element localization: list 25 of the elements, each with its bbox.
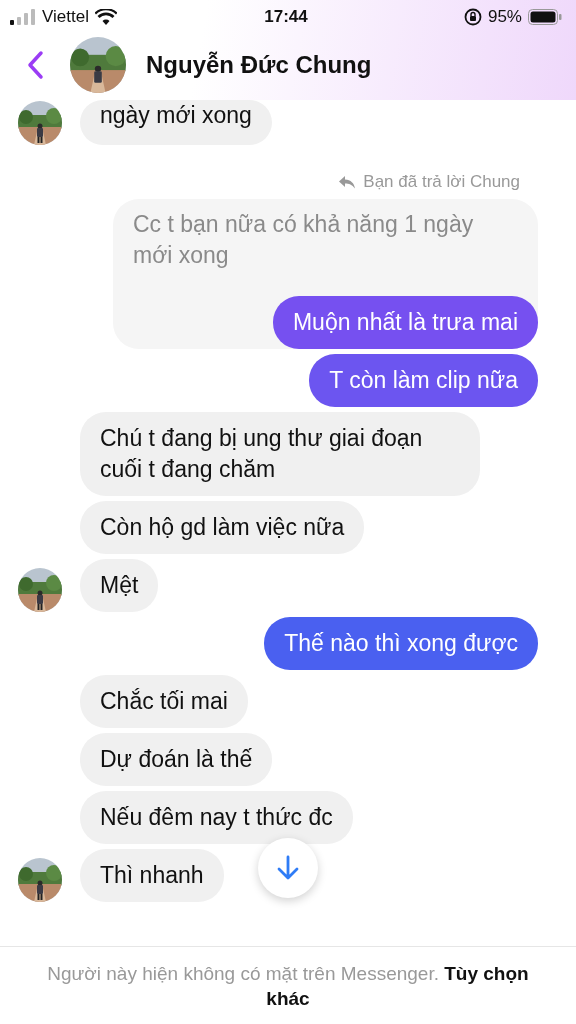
sent-message: Muộn nhất là trưa mai bbox=[272, 296, 538, 349]
reply-note: Bạn đã trả lời Chung bbox=[339, 172, 520, 192]
carrier-name: Viettel bbox=[42, 7, 89, 27]
rotation-lock-icon bbox=[463, 8, 482, 26]
reply-icon bbox=[339, 175, 356, 189]
received-message: ngày mới xong bbox=[80, 100, 272, 145]
signal-icon bbox=[10, 9, 36, 25]
contact-name[interactable]: Nguyễn Đức Chung bbox=[146, 51, 372, 79]
unavailable-note: Người này hiện không có mặt trên Messenger. Tùy chọn khác bbox=[46, 962, 530, 1011]
battery-percent: 95% bbox=[487, 7, 522, 27]
sent-message: T còn làm clip nữa bbox=[309, 354, 538, 407]
received-message: Chắc tối mai bbox=[80, 675, 248, 728]
scroll-down-button[interactable] bbox=[258, 838, 318, 898]
received-message: Còn hộ gd làm việc nữa bbox=[80, 501, 365, 554]
received-message: Mệt bbox=[80, 559, 159, 612]
received-message: Dự đoán là thế bbox=[80, 733, 273, 786]
received-message: Thì nhanh bbox=[80, 849, 224, 902]
received-message: Nếu đêm nay t thức đc bbox=[80, 791, 353, 844]
received-message: Chú t đang bị ung thư giai đoạn cuối t đang chăm bbox=[80, 412, 480, 496]
back-icon bbox=[26, 50, 44, 80]
battery-icon bbox=[528, 9, 562, 25]
wifi-icon bbox=[94, 9, 117, 25]
arrow-down-icon bbox=[277, 855, 299, 881]
clock: 17:44 bbox=[264, 7, 308, 27]
sent-message: Thế nào thì xong được bbox=[264, 617, 538, 670]
